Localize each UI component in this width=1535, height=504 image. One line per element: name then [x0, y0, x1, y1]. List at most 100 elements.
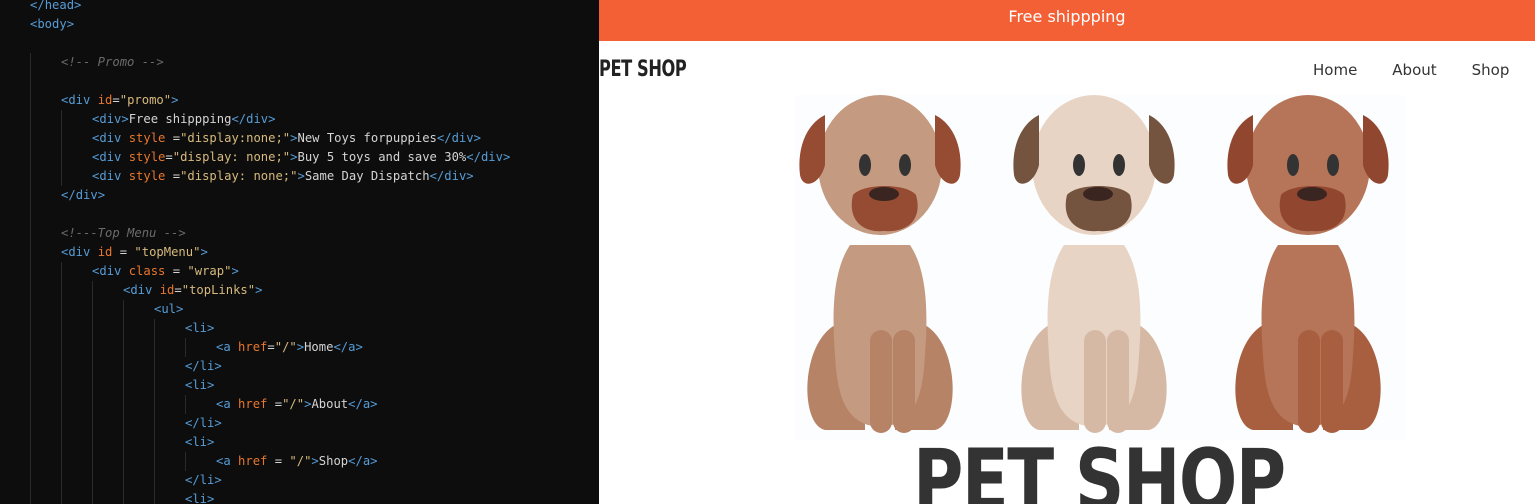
- nav-about-link[interactable]: About: [1392, 61, 1436, 79]
- code-token: body: [37, 17, 67, 31]
- code-token: div: [99, 169, 122, 183]
- code-token: "/": [282, 397, 305, 411]
- code-token: div: [99, 112, 122, 126]
- code-line: <ul>: [154, 300, 183, 319]
- code-line: <div class = "wrap">: [92, 262, 239, 281]
- code-token: </: [429, 169, 445, 183]
- code-line: <div id = "topMenu">: [61, 243, 208, 262]
- code-line: <div style ="display: none;">Same Day Di…: [92, 167, 474, 186]
- code-line: <li>: [185, 433, 214, 452]
- code-token: id: [97, 245, 113, 259]
- code-line: <div style ="display:none;">New Toys for…: [92, 129, 481, 148]
- code-token: >: [214, 359, 222, 373]
- code-token: </: [231, 112, 247, 126]
- code-line: <a href ="/">About</a>: [216, 395, 378, 414]
- code-token: "/": [274, 340, 297, 354]
- indent-guide: [185, 395, 186, 414]
- site-logo[interactable]: PET SHOP: [599, 57, 687, 82]
- code-token: href: [238, 397, 268, 411]
- code-token: style: [128, 150, 166, 164]
- nav-home-link[interactable]: Home: [1313, 61, 1357, 79]
- code-token: =: [165, 150, 173, 164]
- code-token: =: [174, 283, 182, 297]
- code-token: "topLinks": [181, 283, 256, 297]
- code-line: <!-- Promo -->: [61, 53, 164, 72]
- code-line: <div id="promo">: [61, 91, 178, 110]
- code-token: div: [130, 283, 153, 297]
- code-token: div: [99, 131, 122, 145]
- code-token: a: [223, 454, 231, 468]
- indent-guide: [61, 110, 62, 186]
- code-line: <body>: [30, 15, 74, 34]
- preview-pane: Free shippping PET SHOP Home About Shop …: [599, 0, 1535, 504]
- code-token: >: [207, 321, 215, 335]
- code-token: a: [223, 397, 231, 411]
- code-token: "display: none;": [180, 169, 298, 183]
- code-token: >: [370, 397, 378, 411]
- code-token: <!---Top Menu -->: [61, 226, 186, 240]
- code-token: >: [207, 492, 215, 504]
- code-token: >: [466, 169, 474, 183]
- code-line: <div id="topLinks">: [123, 281, 262, 300]
- nav-shop-link[interactable]: Shop: [1472, 61, 1510, 79]
- code-token: href: [238, 454, 268, 468]
- code-line: <li>: [185, 376, 214, 395]
- code-token: div: [99, 150, 122, 164]
- code-token: </: [348, 397, 363, 411]
- code-token: div: [68, 245, 91, 259]
- code-token: >: [296, 340, 305, 354]
- code-token: =: [165, 264, 188, 278]
- code-token: </: [185, 473, 200, 487]
- indent-guide: [154, 319, 155, 504]
- code-token: div: [246, 112, 269, 126]
- code-token: >: [176, 302, 184, 316]
- code-editor[interactable]: </head> <body> <!-- Promo --> <div id="prom…: [0, 0, 599, 504]
- code-line: </li>: [185, 471, 222, 490]
- code-token: >: [255, 283, 263, 297]
- code-token: >: [268, 112, 276, 126]
- code-token: >: [207, 435, 215, 449]
- code-token: Home: [304, 340, 334, 354]
- code-token: Same Day Dispatch: [304, 169, 430, 183]
- code-token: id: [159, 283, 175, 297]
- code-token: li: [192, 492, 208, 504]
- code-token: div: [99, 264, 122, 278]
- indent-guide: [123, 300, 124, 504]
- code-token: Buy 5 toys and save 30%: [297, 150, 467, 164]
- indent-guide: [185, 338, 186, 357]
- code-token: li: [192, 435, 208, 449]
- code-line: <li>: [185, 319, 214, 338]
- code-token: </: [333, 340, 349, 354]
- code-token: =: [112, 93, 120, 107]
- code-token: >: [355, 340, 363, 354]
- code-token: </: [466, 150, 481, 164]
- code-token: </: [61, 188, 76, 202]
- hero-title: PET SHOP: [913, 431, 1286, 504]
- code-token: head: [44, 0, 75, 12]
- code-token: >: [473, 131, 481, 145]
- code-token: div: [451, 131, 474, 145]
- code-token: </: [436, 131, 452, 145]
- code-token: ul: [161, 302, 177, 316]
- code-token: >: [214, 473, 222, 487]
- code-token: "topMenu": [134, 245, 201, 259]
- code-token: >: [200, 245, 208, 259]
- code-token: "wrap": [187, 264, 232, 278]
- code-token: <!-- Promo -->: [61, 55, 164, 69]
- code-line: <!---Top Menu -->: [61, 224, 186, 243]
- code-token: >: [66, 17, 75, 31]
- code-token: li: [199, 359, 215, 373]
- code-token: >: [370, 454, 378, 468]
- code-token: "display: none;": [172, 150, 291, 164]
- code-line: <a href = "/">Shop</a>: [216, 452, 378, 471]
- code-token: </: [348, 454, 363, 468]
- code-token: a: [223, 340, 231, 354]
- code-token: </: [30, 0, 45, 12]
- code-token: li: [199, 416, 215, 430]
- puppies-hero-image: [795, 95, 1405, 440]
- promo-bar: Free shippping: [599, 0, 1535, 41]
